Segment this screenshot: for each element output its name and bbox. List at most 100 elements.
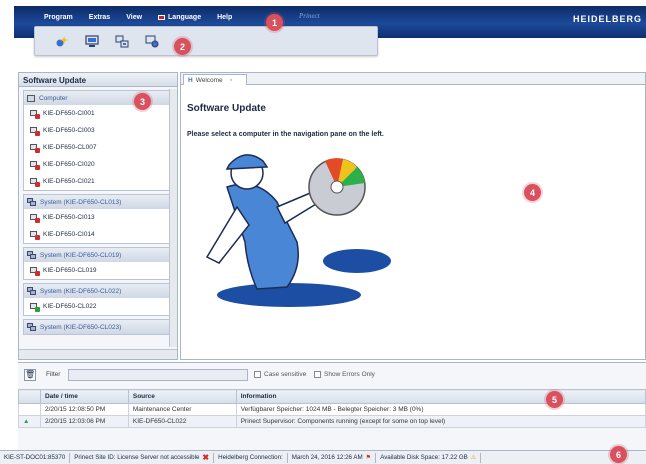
status-datetime: March 24, 2016 12:26 AM ⚑ [288,452,377,463]
filter-input[interactable] [68,369,248,381]
column-header-status[interactable] [18,389,41,404]
show-errors-checkbox[interactable]: Show Errors Only [314,371,375,378]
menu-bar: Program Extras View Language Help [36,10,240,21]
computer-error-icon [30,213,40,223]
status-connection-label: Heidelberg Connection: [218,454,283,461]
tree-group-label: System (KIE-DF650-CL022) [40,287,122,295]
tree-item-label: KIE-DF650-CI014 [43,231,95,238]
instruction-text: Please select a computer in the navigati… [187,131,384,138]
tree-item-label: KIE-DF650-CL019 [43,267,97,274]
checkbox-label: Show Errors Only [324,371,375,378]
horizontal-scrollbar[interactable] [19,349,177,359]
column-header-datetime[interactable]: Date / time [39,389,129,404]
toolbar [34,26,378,56]
computer-error-icon [30,126,40,136]
warning-icon: ⚠ [470,454,477,461]
tree-item-label: KIE-DF650-CI021 [43,178,95,185]
tree-item-computer[interactable]: KIE-DF650-CI013 [24,209,172,226]
system-icon [27,323,36,331]
computer-error-icon [30,160,40,170]
system-icon [27,287,36,295]
error-icon: ✖ [202,453,210,462]
close-icon[interactable]: ▫ [230,77,232,84]
tree-group-label: System (KIE-DF650-CL023) [40,323,122,331]
checkbox-icon [314,371,321,378]
source-cell: KIE-DF650-CL022 [127,415,237,428]
tree-group-label: Computer [39,94,68,102]
computer-icon [27,94,35,102]
datetime-cell: 2/20/15 12:03:06 PM [39,415,129,428]
callout-1: 1 [266,14,283,31]
callout-4: 4 [524,184,541,201]
computer-error-icon [30,230,40,240]
network-computer-icon[interactable] [115,35,129,48]
menu-extras[interactable]: Extras [81,10,118,21]
content-pane: H Welcome ▫ Software Update Please selec… [180,72,646,360]
computer-error-icon [30,266,40,276]
system-icon [27,198,36,206]
computer-ok-icon [30,302,40,312]
system-icon [27,251,36,259]
source-cell: Maintenance Center [127,403,237,416]
menu-view[interactable]: View [118,10,150,21]
tree-item-label: KIE-DF650-CI003 [43,127,95,134]
information-cell: Verfügbarer Speicher: 1024 MB - Belegter… [235,403,646,416]
filter-row: 🗑 Filter Case sensitive Show Errors Only [18,367,646,383]
tree-item-computer[interactable]: KIE-DF650-CL007 [24,139,172,156]
tree-item-computer[interactable]: KIE-DF650-CL019 [24,262,172,279]
status-cell [18,403,41,416]
checkbox-label: Case sensitive [264,371,307,378]
column-header-information[interactable]: Information [235,389,646,404]
monitor-icon[interactable] [85,35,99,48]
trash-icon[interactable]: 🗑 [24,369,36,381]
navigation-pane: Software Update Computer KIE-DF650-CI001… [18,72,178,360]
tree-item-computer[interactable]: KIE-DF650-CI014 [24,226,172,243]
tab-label: Welcome [195,76,223,84]
menu-language-label: Language [168,14,202,21]
tree-group-header[interactable]: System (KIE-DF650-CL019) [24,248,172,262]
computer-error-icon [30,109,40,119]
information-cell: Prinect Supervisor: Components running (… [235,415,646,428]
tree-group-header[interactable]: System (KIE-DF650-CL013) [24,195,172,209]
status-cell: ▲ [18,415,41,428]
connection-icon: ⚑ [365,454,372,461]
tab-welcome[interactable]: H Welcome ▫ [183,74,247,85]
tree-group-label: System (KIE-DF650-CL013) [40,198,122,206]
tree-group-header[interactable]: System (KIE-DF650-CL022) [24,284,172,298]
filter-label: Filter [46,371,61,378]
table-row[interactable]: ▲ 2/20/15 12:03:06 PM KIE-DF650-CL022 Pr… [18,415,646,428]
tree-item-computer[interactable]: KIE-DF650-CL022 [24,298,172,315]
tree-group-system: System (KIE-DF650-CL013) KIE-DF650-CI013… [23,194,173,244]
status-bar: KIE-ST-DOC01:85370 Prinect Site ID: Lice… [0,450,646,464]
callout-6: 6 [610,446,627,463]
tree-group-label: System (KIE-DF650-CL019) [40,251,122,259]
menu-language[interactable]: Language [150,10,209,21]
column-header-source[interactable]: Source [127,389,237,404]
menu-help[interactable]: Help [209,10,240,21]
callout-2: 2 [174,38,191,55]
tree-group-computer: Computer KIE-DF650-CI001 KIE-DF650-CI003… [23,90,173,191]
page-title: Software Update [187,103,266,114]
tree-group-system: System (KIE-DF650-CL023) [23,319,173,335]
update-wizard-icon[interactable] [55,35,69,48]
menu-program[interactable]: Program [36,10,81,21]
tree-group-header[interactable]: System (KIE-DF650-CL023) [24,320,172,334]
tree-item-computer[interactable]: KIE-DF650-CI021 [24,173,172,190]
status-datetime-text: March 24, 2016 12:26 AM [291,454,363,461]
callout-3: 3 [134,93,151,110]
info-icon: ▲ [23,418,30,425]
computer-error-icon [30,177,40,187]
status-connection: Heidelberg Connection: [214,452,288,463]
navigation-pane-title: Software Update [19,73,177,87]
tree-item-computer[interactable]: KIE-DF650-CI001 [24,105,172,122]
vertical-scrollbar[interactable] [169,89,177,347]
status-host: KIE-ST-DOC01:85370 [0,452,71,463]
computer-settings-icon[interactable] [145,35,159,48]
flag-icon [158,15,166,20]
tree-item-computer[interactable]: KIE-DF650-CI003 [24,122,172,139]
checkbox-icon [254,371,261,378]
callout-5: 5 [546,391,563,408]
tree-item-computer[interactable]: KIE-DF650-CI020 [24,156,172,173]
case-sensitive-checkbox[interactable]: Case sensitive [254,371,306,378]
status-license: Prinect Site ID: License Server not acce… [70,452,215,463]
